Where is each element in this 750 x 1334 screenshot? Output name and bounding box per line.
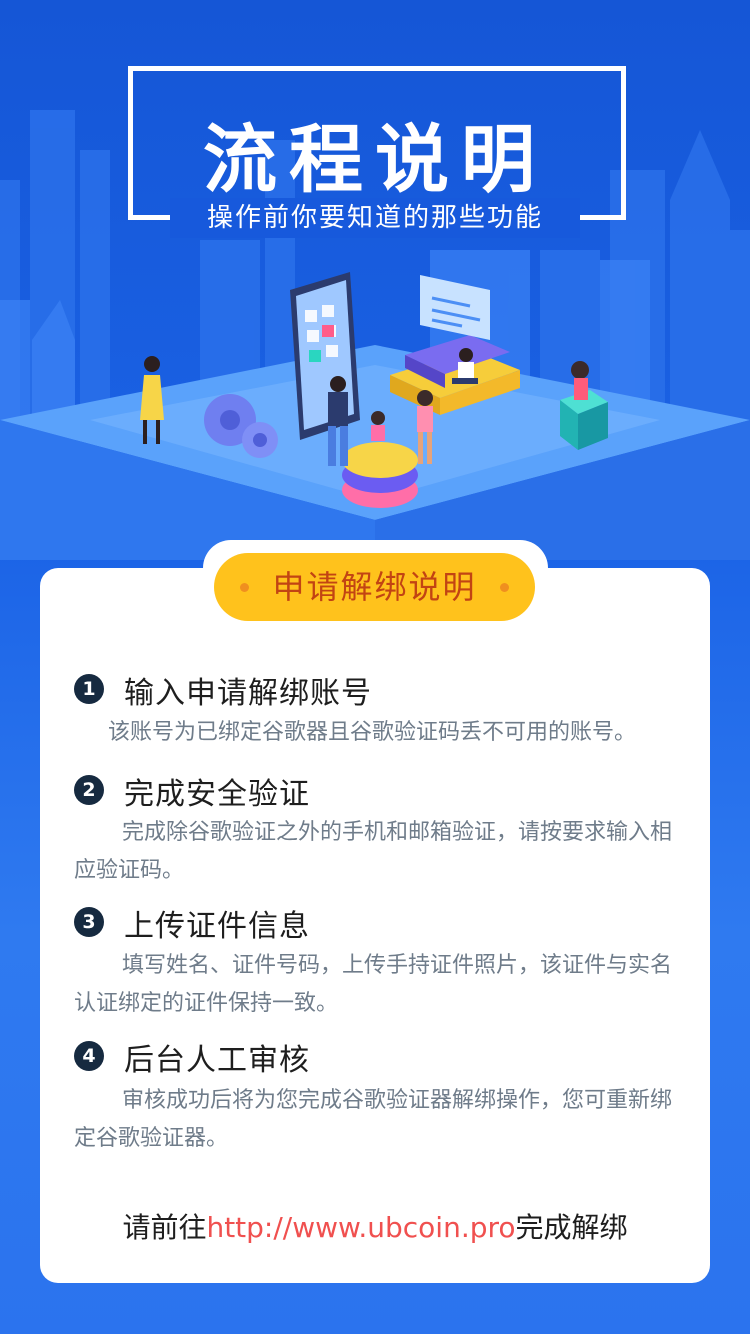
step-description: 完成除谷歌验证之外的手机和邮箱验证，请按要求输入相应验证码。 [74, 820, 673, 883]
step-number-badge: 3 [74, 907, 104, 937]
step-number-badge: 1 [74, 674, 104, 704]
hero-illustration: 流程说明 操作前你要知道的那些功能 [0, 0, 750, 560]
page-subtitle: 操作前你要知道的那些功能 [170, 198, 580, 238]
step-title: 上传证件信息 [124, 909, 310, 944]
step-description: 填写姓名、证件号码，上传手持证件照片，该证件与实名认证绑定的证件保持一致。 [74, 953, 673, 1016]
section-label-pill: 申请解绑说明 [214, 553, 535, 621]
step-title: 后台人工审核 [124, 1043, 310, 1078]
dot-icon [500, 583, 509, 592]
step-description: 审核成功后将为您完成谷歌验证器解绑操作，您可重新绑定谷歌验证器。 [74, 1088, 673, 1151]
footer-instruction: 请前往http://www.ubcoin.pro完成解绑 [0, 1206, 750, 1246]
step-title: 输入申请解绑账号 [124, 676, 372, 711]
footer-suffix: 完成解绑 [515, 1211, 628, 1244]
section-label: 申请解绑说明 [272, 568, 477, 606]
page-title: 流程说明 [203, 117, 547, 203]
step-number-badge: 4 [74, 1041, 104, 1071]
footer-prefix: 请前往 [122, 1211, 207, 1244]
step-title: 完成安全验证 [124, 777, 310, 812]
step-description: 该账号为已绑定谷歌器且谷歌验证码丢不可用的账号。 [108, 720, 637, 745]
step-number-badge: 2 [74, 775, 104, 805]
unbind-link[interactable]: http://www.ubcoin.pro [206, 1211, 515, 1244]
